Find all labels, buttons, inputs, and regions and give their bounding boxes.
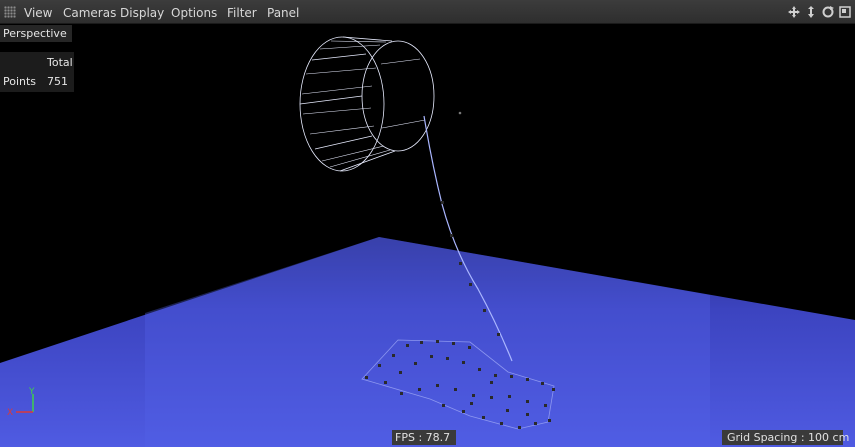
menu-view[interactable]: View [24, 0, 52, 24]
stats-overlay: Total Points 751 [0, 52, 74, 92]
move-camera-icon[interactable] [786, 3, 802, 21]
maximize-view-icon[interactable] [837, 3, 853, 21]
ring-wireframe [299, 36, 435, 172]
menu-panel[interactable]: Panel [267, 0, 299, 24]
panel-grip-icon[interactable] [4, 6, 16, 18]
menu-filter[interactable]: Filter [227, 0, 257, 24]
scene-render: Y X [0, 36, 855, 447]
floor-highlight [145, 237, 710, 447]
stats-row-value: 751 [47, 75, 68, 88]
dolly-camera-icon[interactable] [803, 3, 819, 21]
menu-options[interactable]: Options [171, 0, 217, 24]
menu-display[interactable]: Display [120, 0, 164, 24]
navigation-icons [786, 2, 855, 22]
menu-cameras[interactable]: Cameras [63, 0, 116, 24]
scene-point-marker [458, 111, 462, 115]
fps-readout: FPS : 78.7 [392, 430, 456, 445]
axis-y-label: Y [28, 387, 35, 397]
axis-x-label: X [7, 408, 13, 418]
camera-label[interactable]: Perspective [0, 25, 72, 42]
viewport-menubar: View Cameras Display Options Filter Pane… [0, 0, 855, 24]
3d-viewport[interactable]: Y X Perspective Total Points 751 FPS : 7… [0, 24, 855, 447]
stats-header: Total [47, 56, 73, 69]
stats-row-label: Points [3, 75, 37, 88]
rotate-camera-icon[interactable] [820, 3, 836, 21]
grid-spacing-readout: Grid Spacing : 100 cm [722, 430, 849, 445]
cinema4d-viewport-window: View Cameras Display Options Filter Pane… [0, 0, 855, 447]
